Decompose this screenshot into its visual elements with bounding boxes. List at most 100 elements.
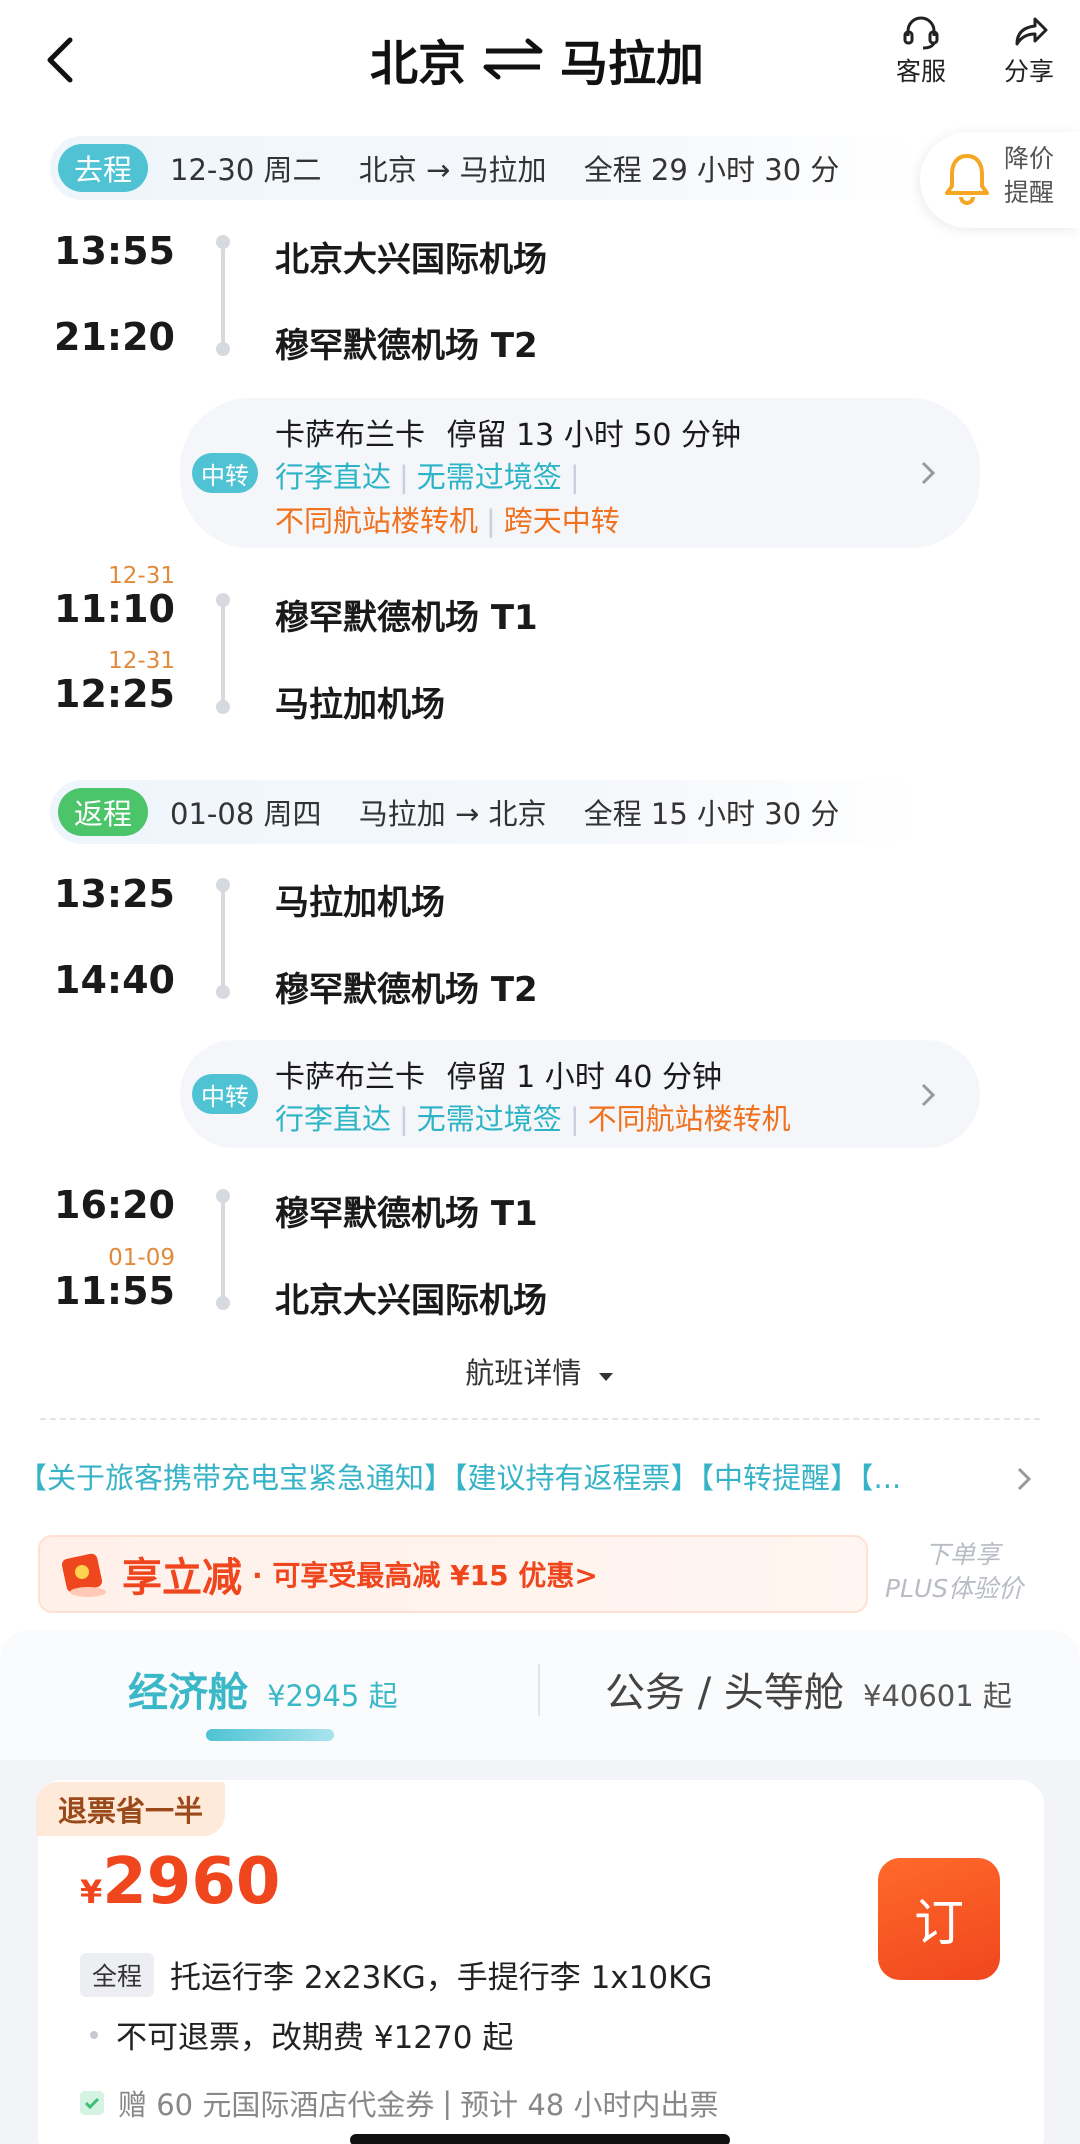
- bell-icon: [945, 154, 989, 205]
- share-label: 分享: [1003, 57, 1054, 86]
- timeline-line: [221, 600, 225, 704]
- refund-rule-row[interactable]: 不可退票，改期费 ¥1270 起: [80, 2012, 513, 2057]
- timeline-dot: [216, 1189, 230, 1203]
- outbound-summary-bar: 去程 12-30 周二 北京 → 马拉加 全程 29 小时 30 分: [50, 136, 920, 200]
- gift-row: 赠 60 元国际酒店代金券 | 预计 48 小时内出票: [80, 2082, 718, 2124]
- transfer-city: 卡萨布兰卡: [275, 418, 425, 453]
- arrival-time: 14:40: [54, 958, 175, 1002]
- separator: |: [442, 2086, 453, 2120]
- baggage-text: 托运行李 2x23KG，手提行李 1x10KG: [170, 1960, 713, 1996]
- departure-airport: 穆罕默德机场 T1: [275, 598, 538, 638]
- arrival-date: 12-31: [108, 648, 175, 674]
- timeline-line: [221, 242, 225, 346]
- promo-desc: · 可享受最高减 ¥15 优惠>: [252, 1559, 598, 1592]
- transfer-note: 无需过境签: [416, 460, 562, 494]
- tab-business-first[interactable]: 公务 / 头等舱 ¥40601 起: [605, 1660, 1012, 1718]
- tab-divider: [538, 1664, 540, 1716]
- timeline-line: [221, 1196, 225, 1300]
- arrival-time: 21:20: [54, 315, 175, 359]
- ticketing-text: 预计 48 小时内出票: [460, 2088, 719, 2122]
- plus-line2: PLUS体验价: [885, 1574, 1024, 1603]
- outbound-date: 12-30 周二: [170, 153, 322, 187]
- transfer-stay: 停留 1 小时 40 分钟: [446, 1060, 722, 1095]
- chevron-right-icon: [921, 461, 936, 485]
- share-icon: [1015, 17, 1048, 46]
- notice-marquee[interactable]: 【关于旅客携带充电宝紧急通知】【建议持有返程票】【中转提醒】【...: [18, 1455, 1018, 1497]
- instant-discount-banner[interactable]: 享立减 · 可享受最高减 ¥15 优惠>: [38, 1535, 868, 1613]
- book-button[interactable]: 订: [878, 1858, 1000, 1980]
- scope-pill: 全程: [80, 1952, 155, 1997]
- promo-title: 享立减: [122, 1555, 242, 1601]
- transfer-note: 无需过境签: [416, 1102, 562, 1136]
- transfer-note: 不同航站楼转机: [275, 504, 479, 538]
- chevron-right-icon[interactable]: [1016, 1466, 1032, 1492]
- headset-icon: [903, 16, 939, 50]
- tab-economy[interactable]: 经济舱 ¥2945 起: [128, 1660, 398, 1718]
- flight-details-toggle[interactable]: 航班详情: [0, 1350, 1080, 1392]
- outbound-transfer-card[interactable]: 中转 卡萨布兰卡 停留 13 小时 50 分钟 行李直达 | 无需过境签 | 不同航站…: [180, 398, 980, 548]
- transfer-city: 卡萨布兰卡: [275, 1060, 425, 1095]
- back-button[interactable]: [40, 32, 80, 88]
- arrival-time: 12:25: [54, 672, 175, 716]
- arrival-airport: 马拉加机场: [275, 685, 445, 725]
- transfer-note: 行李直达: [275, 460, 392, 494]
- timeline-dot: [216, 700, 230, 714]
- round-trip-arrows-icon: [483, 38, 543, 80]
- arrival-time: 11:55: [54, 1269, 175, 1313]
- departure-airport: 北京大兴国际机场: [275, 240, 547, 280]
- customer-service-button[interactable]: 客服: [876, 14, 966, 88]
- timeline-dot: [216, 1296, 230, 1310]
- customer-service-label: 客服: [895, 57, 946, 86]
- plus-line1: 下单享: [925, 1540, 1001, 1569]
- refund-badge: 退票省一半: [36, 1782, 226, 1836]
- return-date: 01-08 周四: [170, 797, 322, 831]
- timeline-dot: [216, 342, 230, 356]
- outbound-info: 12-30 周二 北京 → 马拉加 全程 29 小时 30 分: [170, 147, 867, 189]
- departure-time: 13:25: [54, 872, 175, 916]
- price-alert-line2: 提醒: [1004, 178, 1055, 207]
- arrival-airport: 北京大兴国际机场: [275, 1281, 547, 1321]
- route-title: 北京 马拉加: [370, 24, 704, 94]
- check-icon: [80, 2091, 104, 2115]
- divider: [40, 1418, 1040, 1420]
- chevron-right-icon: [921, 1083, 936, 1107]
- transfer-tag: 中转: [192, 1074, 258, 1114]
- top-nav-bar: 北京 马拉加 客服 分享: [0, 0, 1080, 120]
- timeline-dot: [216, 593, 230, 607]
- price-alert-button[interactable]: 降价 提醒: [920, 132, 1080, 228]
- chevron-left-icon: [47, 37, 73, 83]
- tab-business-label: 公务 / 头等舱: [605, 1670, 844, 1716]
- tab-economy-price: ¥2945 起: [267, 1679, 398, 1713]
- fare-price: ¥2960: [80, 1845, 280, 1919]
- transfer-notes-row2: 不同航站楼转机 | 跨天中转: [275, 504, 620, 538]
- arrival-airport: 穆罕默德机场 T2: [275, 970, 538, 1010]
- departure-time: 11:10: [54, 587, 175, 631]
- tab-economy-label: 经济舱: [128, 1670, 248, 1716]
- return-summary-bar: 返程 01-08 周四 马拉加 → 北京 全程 15 小时 30 分: [50, 780, 920, 844]
- tab-business-price: ¥40601 起: [863, 1679, 1012, 1713]
- refund-rule-text: 不可退票，改期费 ¥1270 起: [116, 2020, 514, 2056]
- red-envelope-icon: [61, 1553, 106, 1597]
- transfer-summary: 卡萨布兰卡 停留 13 小时 50 分钟: [275, 410, 741, 454]
- departure-airport: 马拉加机场: [275, 883, 445, 923]
- transfer-note: 不同航站楼转机: [587, 1102, 791, 1136]
- transfer-note: 行李直达: [275, 1102, 392, 1136]
- transfer-summary: 卡萨布兰卡 停留 1 小时 40 分钟: [275, 1052, 722, 1096]
- outbound-duration: 全程 29 小时 30 分: [583, 153, 840, 187]
- active-tab-indicator: [206, 1729, 334, 1741]
- caret-down-icon: [598, 1373, 613, 1381]
- arrival-airport: 穆罕默德机场 T2: [275, 326, 538, 366]
- plus-trial-badge[interactable]: 下单享 PLUS体验价: [885, 1538, 1045, 1606]
- return-tag: 返程: [58, 788, 149, 836]
- departure-airport: 穆罕默德机场 T1: [275, 1194, 538, 1234]
- return-transfer-card[interactable]: 中转 卡萨布兰卡 停留 1 小时 40 分钟 行李直达 | 无需过境签 | 不同航站楼转…: [180, 1040, 980, 1148]
- share-button[interactable]: 分享: [984, 14, 1074, 88]
- baggage-row: 全程 托运行李 2x23KG，手提行李 1x10KG: [80, 1952, 712, 1997]
- price-alert-line1: 降价: [1004, 144, 1055, 173]
- timeline-dot: [216, 878, 230, 892]
- timeline-dot: [216, 235, 230, 249]
- arrival-date: 01-09: [108, 1245, 175, 1271]
- home-indicator: [350, 2134, 730, 2144]
- timeline-line: [221, 885, 225, 989]
- return-info: 01-08 周四 马拉加 → 北京 全程 15 小时 30 分: [170, 791, 867, 833]
